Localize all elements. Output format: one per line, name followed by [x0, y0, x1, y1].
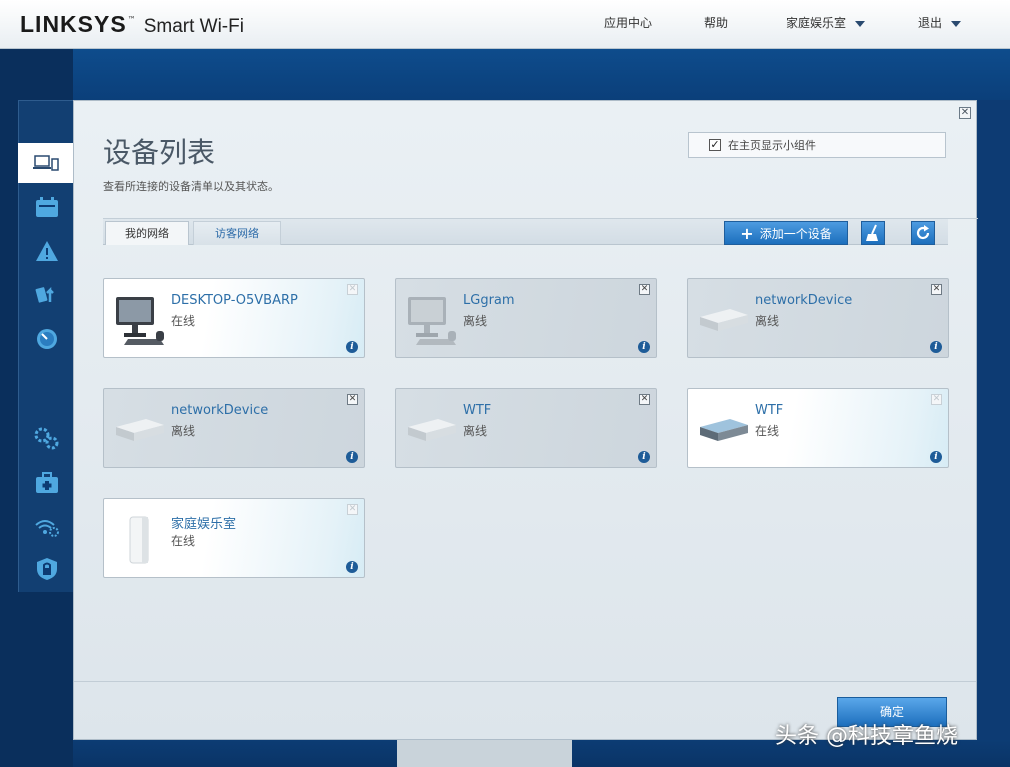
network-device-icon — [116, 419, 164, 441]
device-status: 离线 — [171, 424, 196, 438]
page-title: 设备列表 — [103, 136, 216, 169]
nav-router-name-menu[interactable]: 家庭娱乐室 — [786, 14, 866, 31]
close-icon[interactable]: ✕ — [347, 504, 358, 515]
sidebar-item-parental[interactable] — [34, 195, 60, 219]
network-device-icon — [700, 419, 748, 441]
tab-guest-network[interactable]: 访客网络 — [193, 221, 281, 245]
device-name: DESKTOP-O5VBARP — [171, 293, 298, 308]
logo-brand: LINKSYS — [20, 11, 127, 37]
show-widget-label: 在主页显示小组件 — [728, 139, 816, 152]
alert-icon — [36, 241, 58, 261]
sidebar-item-alerts[interactable] — [34, 239, 60, 263]
sidebar-item-speed-test[interactable] — [34, 327, 60, 351]
device-name: WTF — [755, 403, 784, 418]
speed-test-icon — [37, 329, 57, 349]
media-priority-icon — [35, 286, 54, 303]
device-name: networkDevice — [755, 293, 853, 308]
device-card[interactable]: networkDevice 离线 ✕ i — [687, 278, 949, 358]
device-status: 在线 — [755, 424, 780, 438]
active-indicator — [66, 156, 73, 170]
security-icon — [37, 558, 57, 580]
logout-label: 退出 — [918, 16, 943, 30]
plus-icon: + — [740, 223, 754, 243]
nav-logout-menu[interactable]: 退出 — [918, 14, 962, 31]
close-icon[interactable]: ✕ — [931, 284, 942, 295]
device-list-dialog: ✕ 设备列表 查看所连接的设备清单以及其状态。 ✓ 在主页显示小组件 我的网络 … — [73, 100, 978, 740]
device-card[interactable]: DESKTOP-O5VBARP 在线 ✕ i — [103, 278, 365, 358]
settings-icon — [34, 427, 59, 450]
watermark-text: 头条 @科技章鱼烧 — [775, 724, 958, 749]
refresh-icon — [916, 225, 930, 240]
close-icon[interactable]: ✕ — [347, 284, 358, 295]
device-card[interactable]: LGgram 离线 ✕ i — [395, 278, 657, 358]
chevron-down-icon — [951, 20, 962, 27]
info-icon[interactable]: i — [930, 451, 942, 463]
info-icon[interactable]: i — [346, 561, 358, 573]
close-icon[interactable]: ✕ — [931, 394, 942, 405]
velop-node-icon — [129, 516, 149, 564]
top-bar: LINKSYS ™ Smart Wi-Fi 应用中心 帮助 家庭娱乐室 退出 — [0, 0, 1010, 49]
page-subtitle: 查看所连接的设备清单以及其状态。 — [103, 180, 279, 193]
info-icon[interactable]: i — [638, 341, 650, 353]
sidebar-item-devices[interactable] — [18, 143, 73, 183]
device-name: LGgram — [463, 293, 515, 308]
wifi-settings-icon — [35, 520, 59, 537]
close-icon[interactable]: ✕ — [639, 394, 650, 405]
close-icon[interactable]: ✕ — [639, 284, 650, 295]
sidebar-item-settings[interactable] — [34, 427, 60, 451]
device-card[interactable]: networkDevice 离线 ✕ i — [103, 388, 365, 468]
device-status: 在线 — [171, 534, 196, 548]
toolbox-icon — [36, 472, 58, 493]
linksys-logo: LINKSYS ™ Smart Wi-Fi — [20, 11, 244, 37]
network-device-icon — [408, 419, 456, 441]
device-card[interactable]: WTF 在线 ✕ i — [687, 388, 949, 468]
info-icon[interactable]: i — [346, 341, 358, 353]
refresh-button[interactable] — [911, 221, 935, 245]
device-status: 在线 — [171, 314, 196, 328]
close-icon[interactable]: ✕ — [347, 394, 358, 405]
add-device-label: 添加一个设备 — [759, 226, 832, 241]
sidebar-item-toolbox[interactable] — [34, 471, 60, 495]
logo-product: Smart Wi-Fi — [143, 16, 244, 37]
nav-help[interactable]: 帮助 — [704, 14, 728, 31]
clean-list-button[interactable] — [861, 221, 885, 245]
sidebar-item-media-priority[interactable] — [34, 283, 60, 307]
sidebar-item-security[interactable] — [34, 557, 60, 581]
chevron-down-icon — [855, 20, 866, 27]
desktop-computer-icon — [116, 297, 164, 345]
nav-app-center[interactable]: 应用中心 — [604, 14, 652, 31]
close-icon[interactable]: ✕ — [959, 107, 971, 119]
device-name: WTF — [463, 403, 492, 418]
device-name: networkDevice — [171, 403, 269, 418]
sidebar-item-wifi-settings[interactable] — [34, 515, 60, 539]
device-status: 离线 — [463, 424, 488, 438]
info-icon[interactable]: i — [638, 451, 650, 463]
background-header-band — [73, 49, 1010, 100]
add-device-button[interactable]: + 添加一个设备 — [724, 221, 848, 245]
device-card[interactable]: WTF 离线 ✕ i — [395, 388, 657, 468]
router-name-label: 家庭娱乐室 — [786, 16, 847, 30]
device-status: 离线 — [463, 314, 488, 328]
tab-my-network[interactable]: 我的网络 — [105, 221, 189, 245]
info-icon[interactable]: i — [346, 451, 358, 463]
background-panel — [397, 740, 572, 767]
broom-icon — [866, 224, 878, 241]
divider — [74, 681, 976, 682]
desktop-computer-icon — [408, 297, 456, 345]
device-status: 离线 — [755, 314, 780, 328]
devices-icon — [32, 155, 59, 171]
parental-calendar-icon — [36, 197, 58, 217]
logo-trademark: ™ — [127, 15, 136, 24]
network-device-icon — [700, 309, 748, 331]
info-icon[interactable]: i — [930, 341, 942, 353]
show-widget-checkbox[interactable]: ✓ — [709, 139, 721, 151]
device-card[interactable]: 家庭娱乐室 在线 ✕ i — [103, 498, 365, 578]
device-name: 家庭娱乐室 — [171, 517, 237, 532]
show-widget-option[interactable]: ✓ 在主页显示小组件 — [688, 132, 946, 158]
